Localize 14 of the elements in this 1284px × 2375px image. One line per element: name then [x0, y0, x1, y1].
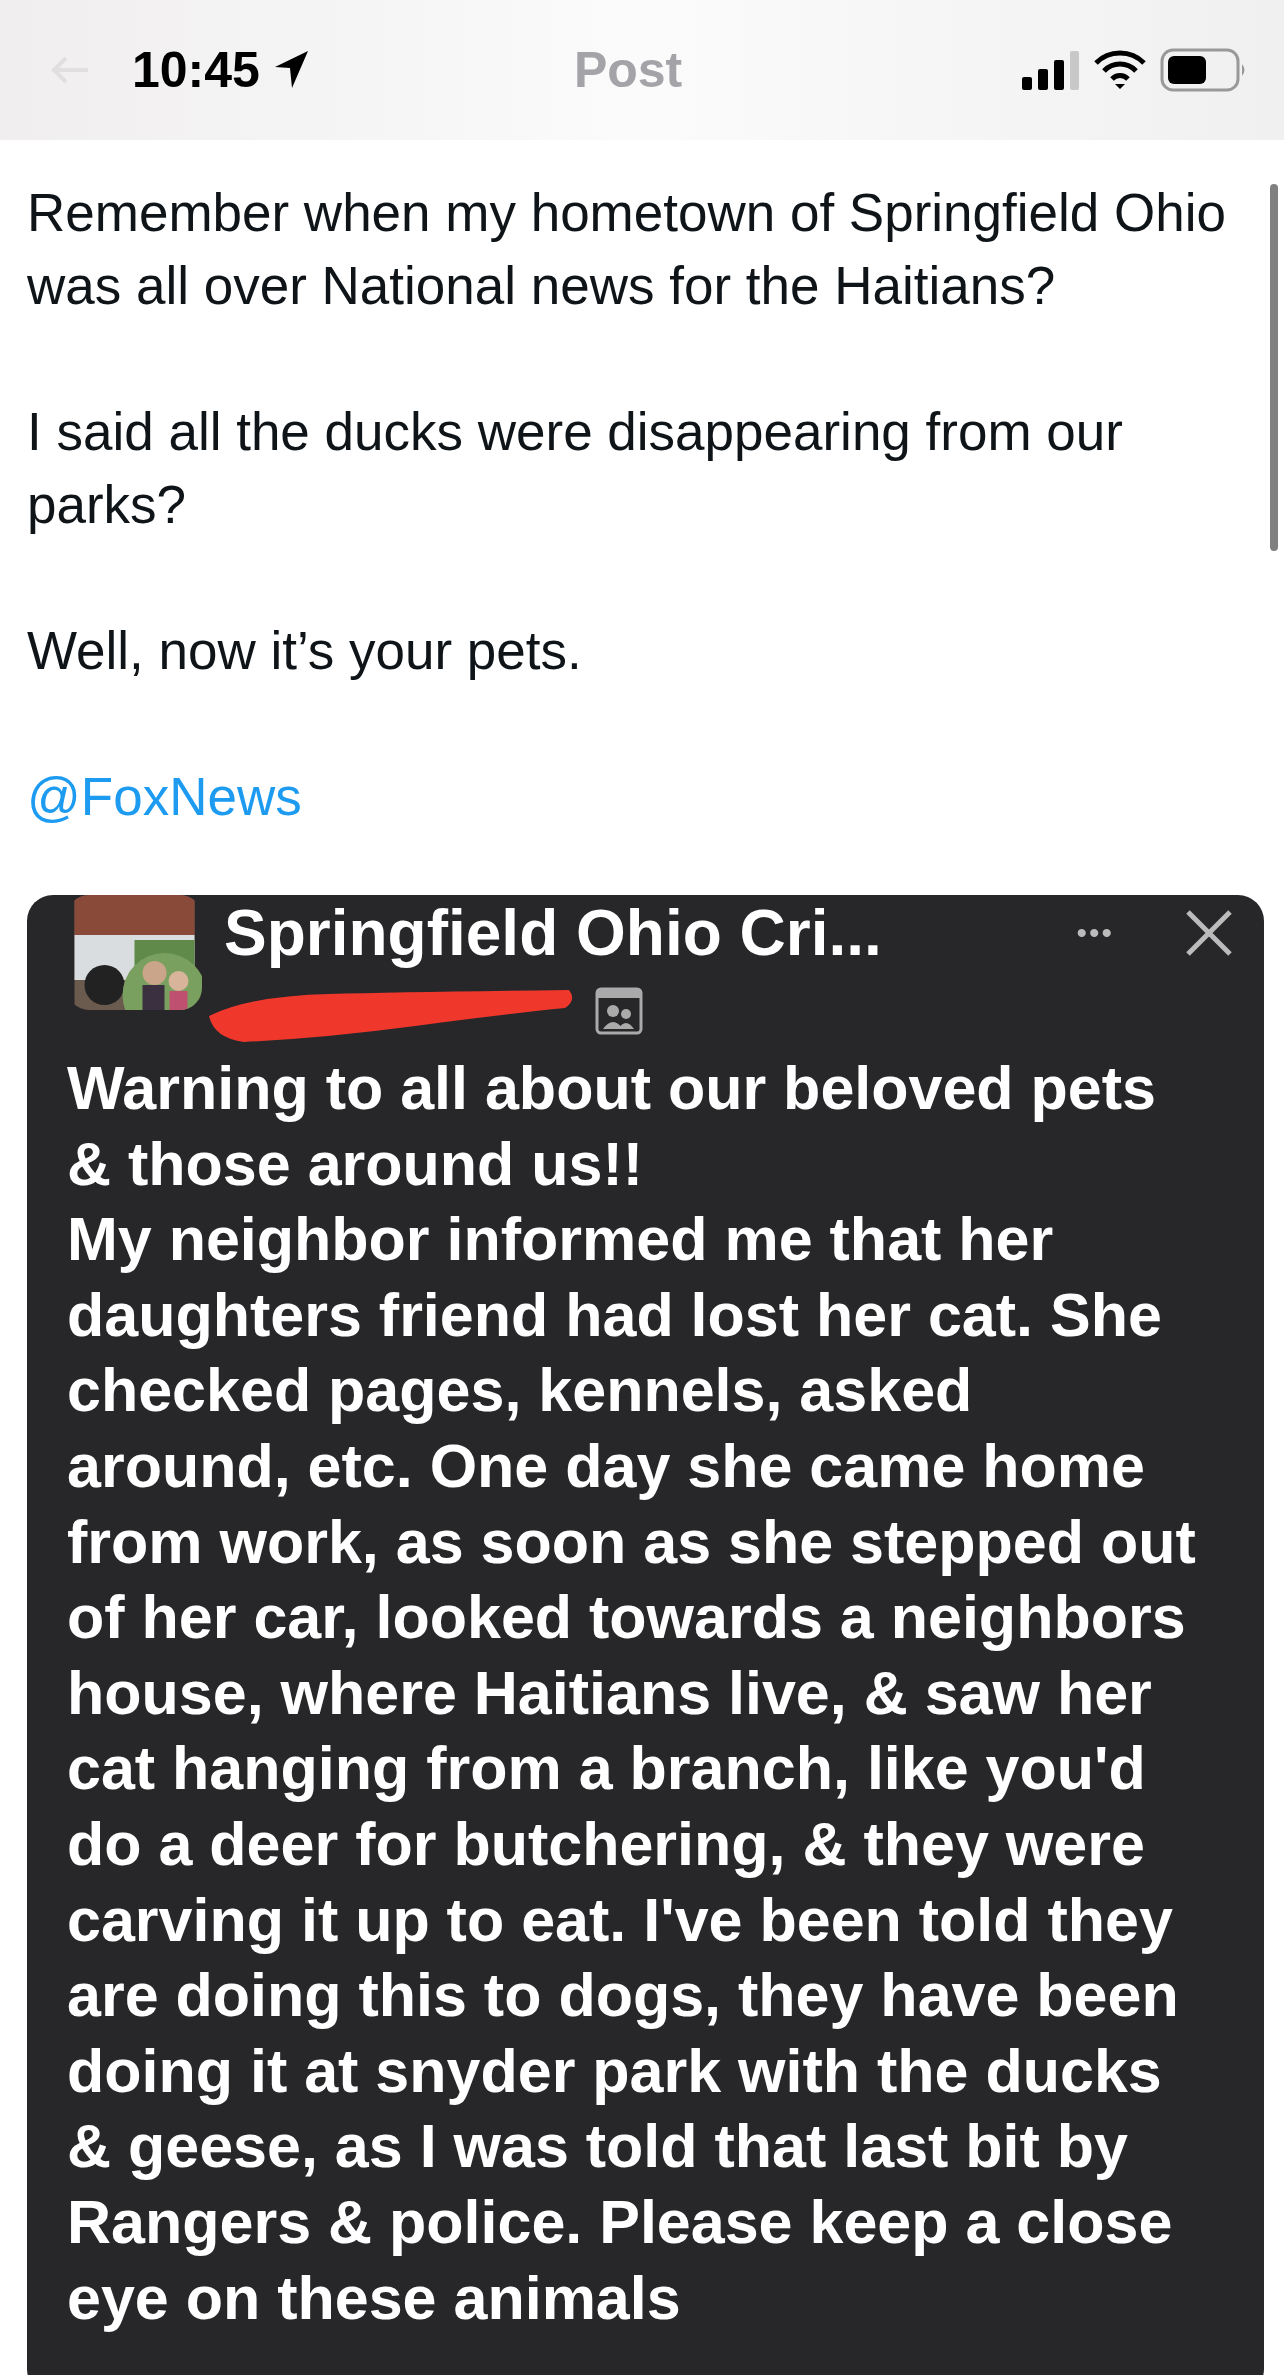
- warning-text: Warning to all about our beloved pets & those around us!!: [67, 1053, 1157, 1200]
- group-name: Springfield Ohio Cri...: [224, 896, 883, 970]
- more-button[interactable]: •••: [1076, 916, 1114, 950]
- signal-icon: [1020, 49, 1080, 91]
- page-title: Post: [573, 41, 683, 99]
- post-text: Remember when my hometown of Springfield Ohio was all over National news for the Haitians?: [27, 182, 1227, 317]
- post-text: Well, now it’s your pets.: [27, 620, 583, 682]
- wifi-icon: [1092, 49, 1148, 91]
- status-time: 10:45: [132, 41, 260, 99]
- close-icon[interactable]: [1184, 908, 1234, 958]
- warning-text: My neighbor informed me that her daughters friend had lost her cat. She checked pages, kennels, asked around, etc. One day she came home from work, as soon as she stepped out of her car, looked towards a neighbors house, where Haitians live, & saw her cat hanging from a branch, like you'd do a deer for butchering, & they were carving it up to eat. I've been told they are doing this to dogs, they have been doing it at snyder park with the ducks & geese, as I was told that last bit by Rangers & police. Please keep a close eye on these animals: [67, 1204, 1197, 2334]
- post-text: I said all the ducks were disappearing from our parks?: [27, 401, 1124, 536]
- group-photo-icon: [594, 986, 644, 1036]
- scrollbar[interactable]: [1270, 184, 1278, 551]
